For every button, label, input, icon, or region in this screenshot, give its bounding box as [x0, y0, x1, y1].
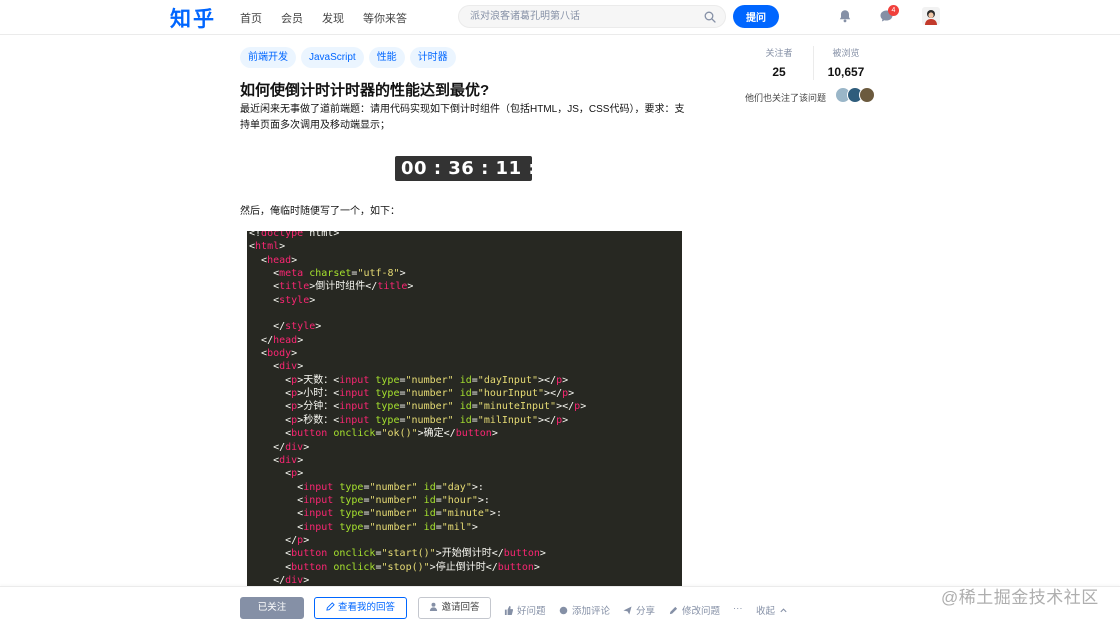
topic-tag[interactable]: 前端开发: [240, 47, 296, 68]
invite-answer-button[interactable]: 邀请回答: [418, 597, 491, 619]
nav-membership[interactable]: 会员: [281, 10, 303, 26]
follower-avatars[interactable]: [835, 87, 875, 103]
view-my-answer-label: 查看我的回答: [337, 602, 395, 613]
add-comment-label: 添加评论: [572, 606, 611, 617]
search-box: [458, 5, 726, 28]
search-input[interactable]: [459, 6, 689, 27]
followers-stat[interactable]: 关注者 25: [756, 46, 802, 79]
topic-tags: 前端开发 JavaScript 性能 计时器: [240, 47, 456, 68]
topic-tag[interactable]: JavaScript: [301, 47, 364, 68]
views-count: 10,657: [827, 65, 865, 79]
views-stat: 被浏览 10,657: [822, 46, 870, 79]
share-icon: [623, 605, 632, 615]
add-comment-button[interactable]: 添加评论: [559, 603, 610, 617]
question-text: 然后，俺临时随便写了一个，如下：: [240, 206, 400, 217]
good-question-label: 好问题: [517, 606, 546, 617]
stat-divider: [813, 46, 814, 80]
invite-answer-label: 邀请回答: [441, 602, 480, 613]
share-label: 分享: [636, 606, 656, 617]
avatar[interactable]: [859, 87, 875, 103]
topic-tag[interactable]: 性能: [368, 47, 405, 68]
user-icon: [430, 602, 438, 611]
nav-home[interactable]: 首页: [240, 10, 262, 26]
views-label: 被浏览: [832, 48, 860, 58]
share-button[interactable]: 分享: [623, 603, 655, 617]
edit-question-button[interactable]: 修改问题: [669, 603, 720, 617]
watermark: @稀土掘金技术社区: [941, 588, 1099, 607]
view-my-answer-button[interactable]: 查看我的回答: [314, 597, 407, 619]
user-avatar[interactable]: [922, 7, 940, 25]
followers-label: 关注者: [765, 48, 793, 58]
edit-icon: [669, 606, 678, 614]
question-description: 最近闲来无事做了道前端题：请用代码实现如下倒计时组件（包括HTML，JS，CSS…: [240, 104, 685, 131]
nav-discover[interactable]: 发现: [322, 10, 344, 26]
followed-button[interactable]: 已关注: [240, 597, 304, 619]
countdown-image: 00 : 36 : 11 : 2: [395, 156, 532, 181]
code-block: <!doctype html> <html> <head> <meta char…: [249, 231, 587, 586]
bell-icon[interactable]: [838, 9, 852, 23]
good-question-button[interactable]: 好问题: [504, 603, 546, 617]
pencil-icon: [326, 602, 335, 611]
comment-icon: [559, 606, 568, 614]
edit-question-label: 修改问题: [682, 606, 721, 617]
chevron-up-icon: [780, 607, 787, 612]
collapse-button[interactable]: 收起: [756, 603, 788, 617]
thumb-up-icon: [504, 605, 513, 615]
search-icon[interactable]: [704, 11, 716, 23]
main-nav: 首页 会员 发现 等你来答: [240, 10, 426, 26]
notification-badge: 4: [888, 5, 899, 16]
zhihu-logo[interactable]: 知乎: [170, 3, 216, 33]
top-navbar: 知乎 首页 会员 发现 等你来答 提问 4: [0, 0, 1120, 35]
question-title: 如何使倒计时计时器的性能达到最优?: [240, 82, 490, 99]
followed-by-text: 他们也关注了该问题: [745, 93, 827, 103]
ask-question-button[interactable]: 提问: [733, 5, 779, 28]
code-screenshot: <!doctype html> <html> <head> <meta char…: [247, 231, 682, 586]
collapse-label: 收起: [756, 606, 776, 617]
nav-waiting-answers[interactable]: 等你来答: [363, 10, 407, 26]
followers-count: 25: [772, 65, 786, 79]
topic-tag[interactable]: 计时器: [409, 47, 456, 68]
more-options-button[interactable]: ···: [733, 603, 743, 614]
